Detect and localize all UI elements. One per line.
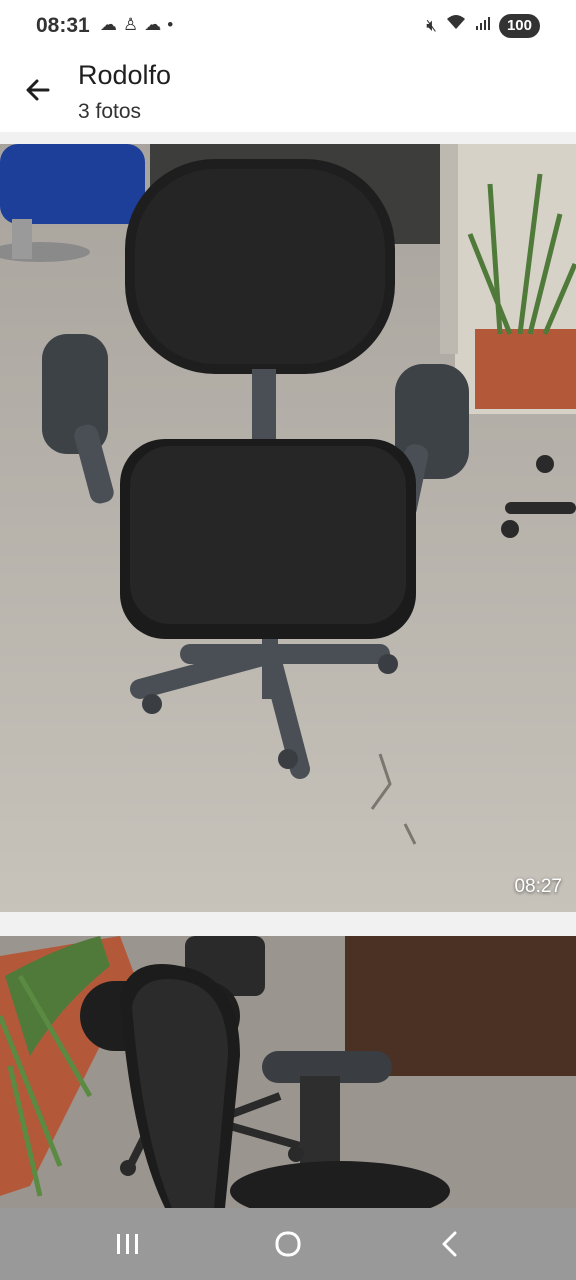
chair-photo-image <box>0 144 576 912</box>
dot-icon: • <box>167 15 174 34</box>
signal-icon <box>475 14 491 38</box>
photo-timestamp: 08:27 <box>514 876 562 897</box>
status-time: 08:31 <box>36 14 90 37</box>
photo-count: 3 fotos <box>78 100 142 123</box>
back-button[interactable] <box>16 68 60 112</box>
battery-badge: 100 <box>498 13 540 38</box>
home-button[interactable] <box>264 1226 312 1262</box>
back-nav-button[interactable] <box>426 1226 474 1262</box>
app-header: Rodolfo 3 fotos <box>0 52 576 132</box>
photo-2[interactable] <box>0 936 576 1208</box>
cloud-sun-icon: ☁ <box>100 15 117 34</box>
cloud-icon: ☁ <box>144 15 162 34</box>
photo-1[interactable]: 08:27 <box>0 144 576 912</box>
back-nav-icon <box>442 1231 457 1257</box>
status-bar: 08:31 ☁ ♙ ☁ • 🔇︎ 100 <box>0 0 576 52</box>
status-icons-right: 🔇︎ 100 <box>426 13 540 38</box>
contact-name: Rodolfo <box>78 60 172 90</box>
photo-divider <box>0 912 576 936</box>
header-divider <box>0 132 576 144</box>
arrow-left-icon <box>26 79 50 101</box>
mute-icon: 🔇︎ <box>426 15 437 35</box>
wifi-icon <box>445 13 467 38</box>
status-icons-left: ☁ ♙ ☁ • <box>100 14 173 36</box>
mesh-chair-photo-image <box>0 936 576 1208</box>
recents-button[interactable] <box>104 1226 152 1262</box>
recents-icon <box>117 1234 138 1254</box>
person-icon: ♙ <box>123 15 139 34</box>
home-icon <box>275 1231 301 1257</box>
system-nav-bar <box>0 1208 576 1280</box>
